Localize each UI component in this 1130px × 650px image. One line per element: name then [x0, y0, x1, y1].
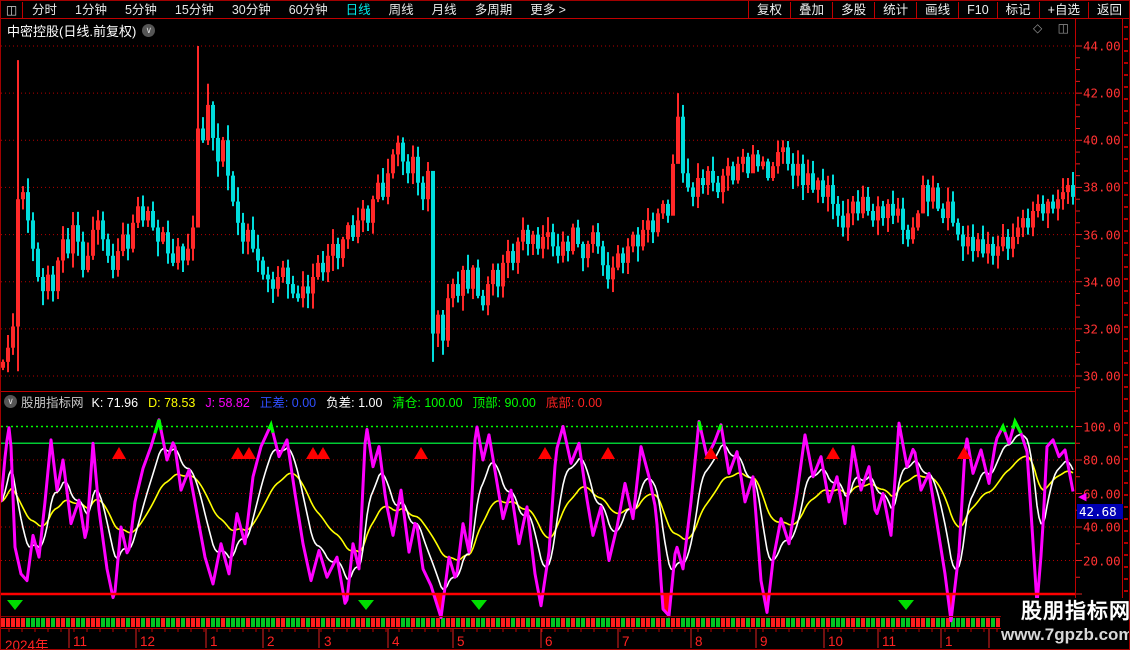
- watermark-site-name: 股朋指标网: [1001, 600, 1130, 624]
- indicator-axis-label: 60.00: [1083, 486, 1127, 501]
- panel-separator-line: [1, 391, 1075, 392]
- j-value-arrow-icon: ◀: [1078, 490, 1086, 503]
- price-axis-label: 42.00: [1083, 86, 1127, 101]
- strip-top-line: [1, 616, 1075, 617]
- month-label-9: 9: [760, 634, 768, 649]
- price-axis-label: 36.00: [1083, 227, 1127, 242]
- month-label-11: 11: [73, 634, 87, 649]
- price-axis-label: 32.00: [1083, 321, 1127, 336]
- price-axis-label: 44.00: [1083, 39, 1127, 54]
- chart-canvas[interactable]: [1, 1, 1130, 650]
- month-label-5: 5: [457, 634, 465, 649]
- price-axis-label: 38.00: [1083, 180, 1127, 195]
- timeline-base-line: [1, 628, 1075, 629]
- month-label-2: 2: [267, 634, 275, 649]
- month-label-11: 11: [882, 634, 896, 649]
- month-label-12: 12: [140, 634, 155, 649]
- watermark-url: www.7gpzb.com: [1001, 624, 1130, 646]
- month-label-3: 3: [324, 634, 332, 649]
- current-value-box: 42.68: [1077, 504, 1123, 519]
- month-label-6: 6: [545, 634, 553, 649]
- month-label-2024年: 2024年: [5, 634, 49, 650]
- indicator-axis-label: 20.00: [1083, 553, 1127, 568]
- month-label-7: 7: [622, 634, 630, 649]
- trading-app-window: ◫ 分时1分钟5分钟15分钟30分钟60分钟日线周线月线多周期更多 > 复权叠加…: [0, 0, 1130, 650]
- month-label-1: 1: [945, 634, 953, 649]
- month-label-10: 10: [828, 634, 843, 649]
- watermark: 股朋指标网 www.7gpzb.com: [1001, 598, 1130, 650]
- indicator-axis-label: 40.00: [1083, 520, 1127, 535]
- month-label-4: 4: [392, 634, 400, 649]
- price-axis-label: 34.00: [1083, 274, 1127, 289]
- month-label-8: 8: [695, 634, 703, 649]
- indicator-axis-label: 80.00: [1083, 453, 1127, 468]
- month-label-1: 1: [210, 634, 218, 649]
- indicator-axis-label: 100.0: [1083, 419, 1127, 434]
- price-axis-label: 40.00: [1083, 133, 1127, 148]
- price-axis-label: 30.00: [1083, 368, 1127, 383]
- axis-separator-line: [1075, 19, 1076, 649]
